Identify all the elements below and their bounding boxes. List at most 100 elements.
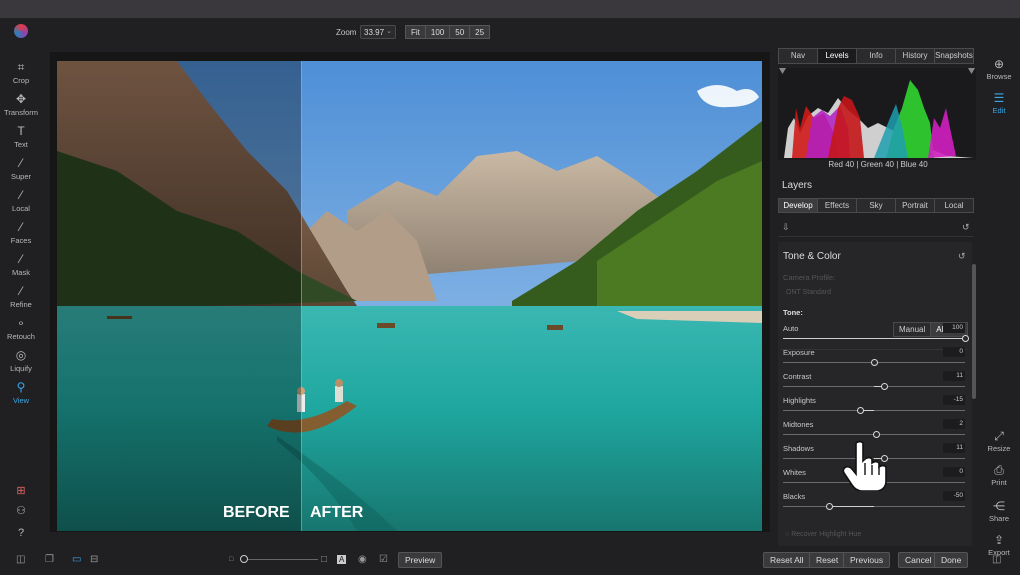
- slider-blacks[interactable]: Blacks -50: [783, 491, 965, 516]
- tool-faces[interactable]: ⁄ Faces: [0, 221, 42, 246]
- tab-info[interactable]: Info: [857, 49, 896, 63]
- tool-local[interactable]: ⁄ Local: [0, 189, 42, 214]
- slider-track[interactable]: [783, 431, 965, 438]
- tab-nav[interactable]: Nav: [779, 49, 818, 63]
- tool-account[interactable]: ⚇: [0, 505, 42, 518]
- tool-label: Super: [10, 172, 31, 181]
- slider-knob[interactable]: [857, 407, 864, 414]
- compare-view-icon[interactable]: ⊟: [90, 554, 98, 565]
- mask-toggle-icon[interactable]: ◉: [358, 554, 367, 565]
- tab-sky[interactable]: Sky: [857, 199, 896, 212]
- toggle-left-panel-icon[interactable]: ◫: [16, 554, 25, 565]
- recover-highlight-hue[interactable]: ○ Recover Highlight Hue: [785, 531, 861, 538]
- zoom-out-icon[interactable]: □: [229, 556, 233, 563]
- slider-value[interactable]: 100: [943, 323, 965, 333]
- ai-mask-icon[interactable]: A: [337, 555, 347, 564]
- done-button[interactable]: Done: [934, 552, 969, 568]
- app-logo-icon: [14, 24, 28, 38]
- zoom-in-icon[interactable]: □: [321, 554, 327, 565]
- tool-label: Print: [991, 478, 1007, 487]
- reset-section-icon[interactable]: ↺: [958, 251, 966, 262]
- tab-snapshots[interactable]: Snapshots: [935, 49, 973, 63]
- reset-button[interactable]: Reset: [809, 552, 846, 568]
- zoom-select[interactable]: 33.97 ⌄: [360, 25, 396, 39]
- tool-view[interactable]: ⚲ View: [0, 381, 42, 406]
- reset-layer-icon[interactable]: ↺: [962, 222, 970, 233]
- panel-scrollbar[interactable]: [972, 264, 976, 399]
- slider-track[interactable]: [783, 407, 965, 414]
- slider-name: Blacks: [783, 492, 806, 501]
- tool-transform[interactable]: ✥ Transform: [0, 93, 42, 118]
- auto-slider[interactable]: Auto 100: [783, 323, 969, 348]
- slider-track[interactable]: [783, 383, 965, 390]
- zoom-100-button[interactable]: 100: [424, 25, 451, 39]
- filmstrip-icon[interactable]: ❐: [45, 554, 54, 565]
- slider-knob[interactable]: [873, 431, 880, 438]
- zoom-slider-track[interactable]: [240, 559, 318, 560]
- cancel-button[interactable]: Cancel: [898, 552, 939, 568]
- slider-value[interactable]: 11: [943, 443, 965, 453]
- tool-browse[interactable]: ⊕ Browse: [980, 57, 1018, 81]
- tool-crop[interactable]: ⌗ Crop: [0, 61, 42, 86]
- liquify-icon: ◎: [15, 348, 27, 362]
- slider-value[interactable]: 2: [943, 419, 965, 429]
- tab-levels[interactable]: Levels: [818, 49, 857, 63]
- camera-profile-value[interactable]: ONT Standard: [786, 289, 831, 296]
- tool-help[interactable]: ?: [0, 527, 42, 540]
- slider-track[interactable]: [783, 503, 965, 510]
- slider-knob[interactable]: [881, 383, 888, 390]
- tab-effects[interactable]: Effects: [818, 199, 857, 212]
- previous-button[interactable]: Previous: [843, 552, 891, 568]
- chevron-down-icon: ⌄: [386, 28, 392, 35]
- compare-toggle-icon[interactable]: ☑: [379, 554, 388, 565]
- slider-track[interactable]: [783, 359, 965, 366]
- slider-track[interactable]: [783, 335, 969, 342]
- tool-share[interactable]: ⋲ Share: [980, 499, 1018, 523]
- tool-edit[interactable]: ☰ Edit: [980, 91, 1018, 115]
- zoom-25-button[interactable]: 25: [469, 25, 491, 39]
- zoom-fit-button[interactable]: Fit: [405, 25, 426, 39]
- tool-label: Text: [14, 140, 28, 149]
- slider-contrast[interactable]: Contrast 11: [783, 371, 965, 396]
- retouch-icon: ∘: [17, 316, 25, 330]
- slider-value[interactable]: -15: [943, 395, 965, 405]
- slider-value[interactable]: -50: [943, 491, 965, 501]
- tool-refine[interactable]: ⁄ Refine: [0, 285, 42, 310]
- tool-text[interactable]: T Text: [0, 124, 42, 150]
- resize-icon: ⤢: [994, 429, 1004, 443]
- text-icon: T: [17, 124, 25, 138]
- slider-exposure[interactable]: Exposure 0: [783, 347, 965, 372]
- tab-portrait[interactable]: Portrait: [896, 199, 935, 212]
- slider-name: Shadows: [783, 444, 814, 453]
- slider-knob[interactable]: [962, 335, 969, 342]
- divider: [778, 236, 974, 237]
- split-divider[interactable]: [301, 61, 302, 531]
- import-icon[interactable]: ⇩: [782, 222, 790, 233]
- zoom-50-button[interactable]: 50: [449, 25, 471, 39]
- tool-print[interactable]: ⎙ Print: [980, 463, 1018, 487]
- tool-liquify[interactable]: ◎ Liquify: [0, 348, 42, 374]
- slider-highlights[interactable]: Highlights -15: [783, 395, 965, 420]
- preview-button[interactable]: Preview: [398, 552, 443, 568]
- tool-label: Resize: [987, 444, 1011, 453]
- tab-local[interactable]: Local: [935, 199, 973, 212]
- tool-extension[interactable]: ⊞: [0, 485, 42, 498]
- tool-resize[interactable]: ⤢ Resize: [980, 429, 1018, 453]
- slider-name: Auto: [783, 324, 799, 333]
- slider-value[interactable]: 0: [943, 347, 965, 357]
- layer-tabs: Develop Effects Sky Portrait Local: [778, 198, 974, 213]
- slider-value[interactable]: 11: [943, 371, 965, 381]
- tool-retouch[interactable]: ∘ Retouch: [0, 316, 42, 342]
- slider-knob[interactable]: [826, 503, 833, 510]
- zoom-slider-knob[interactable]: [240, 555, 248, 563]
- slider-value[interactable]: 0: [943, 467, 965, 477]
- tool-super[interactable]: ⁄ Super: [0, 157, 42, 182]
- slider-knob[interactable]: [871, 359, 878, 366]
- tool-mask[interactable]: ⁄ Mask: [0, 253, 42, 278]
- reset-all-button[interactable]: Reset All: [763, 552, 811, 568]
- tab-develop[interactable]: Develop: [779, 199, 818, 212]
- tab-history[interactable]: History: [896, 49, 935, 63]
- single-view-icon[interactable]: ▭: [72, 554, 81, 565]
- toggle-right-panel-icon[interactable]: ◫: [992, 554, 1001, 565]
- tone-label: Tone:: [783, 308, 803, 317]
